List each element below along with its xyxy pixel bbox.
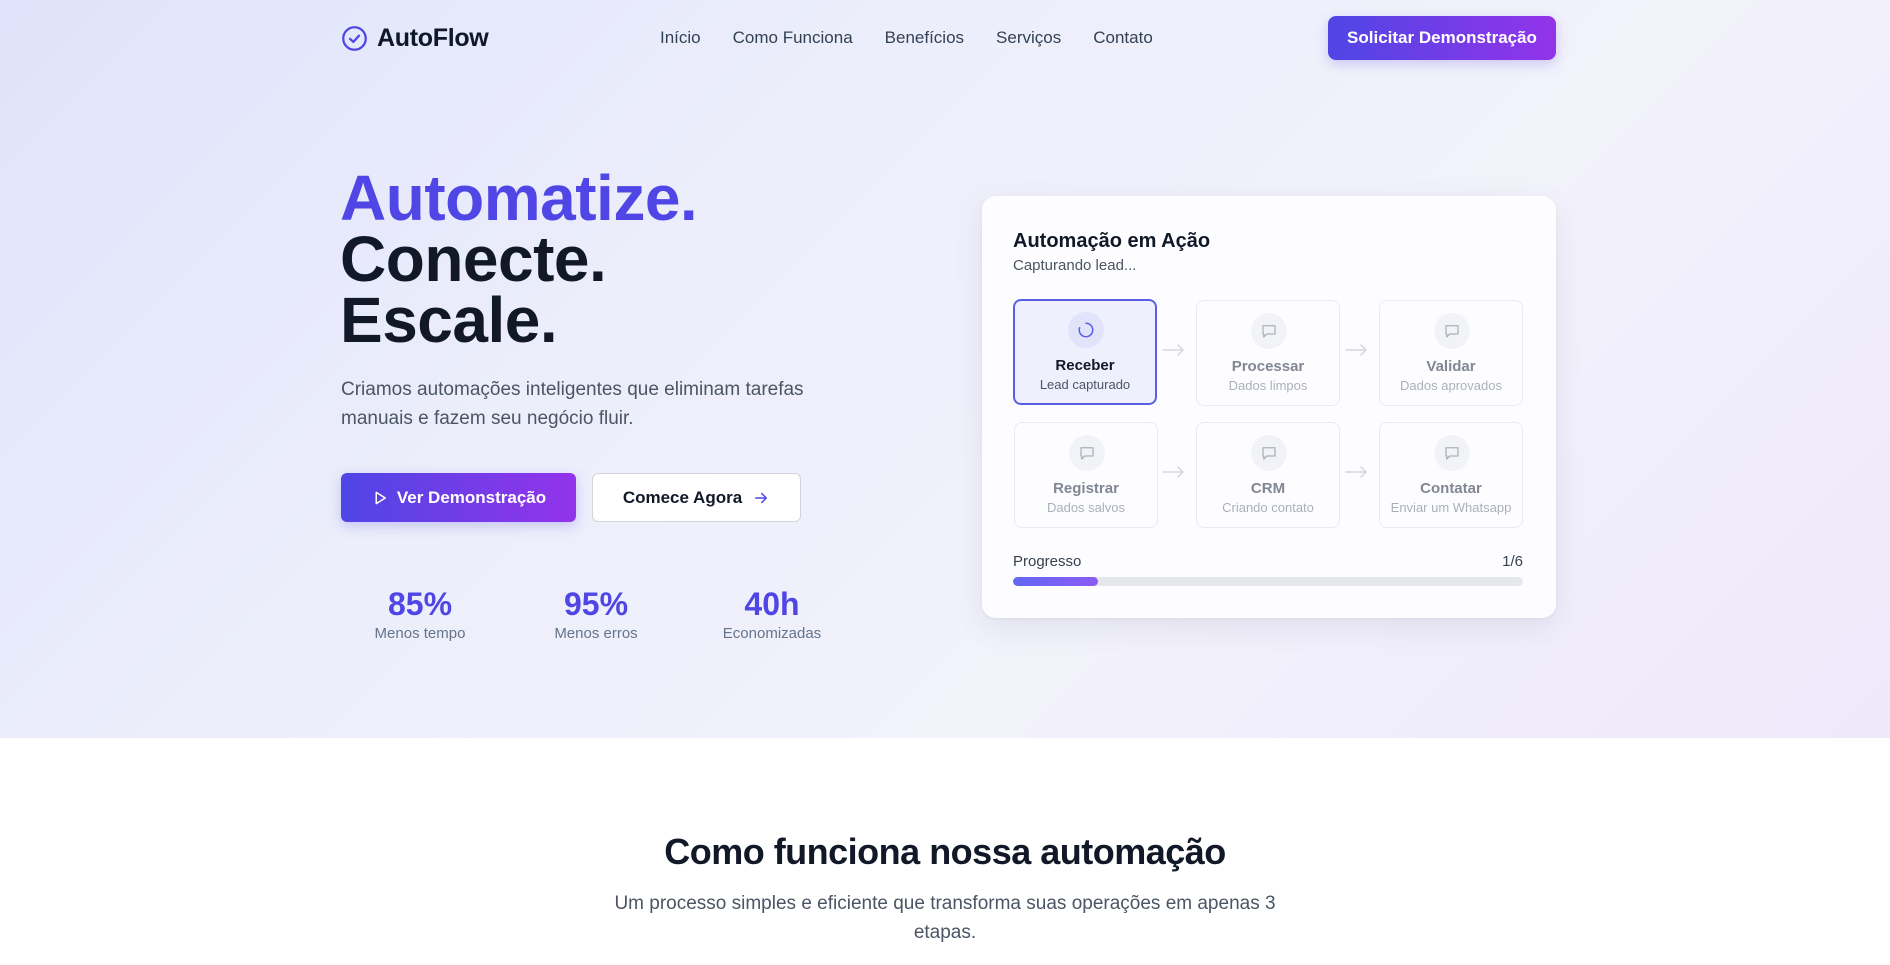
- play-icon: [375, 491, 386, 504]
- arrow-right-icon: [1162, 466, 1184, 478]
- brand-logo[interactable]: AutoFlow: [341, 24, 489, 53]
- stat-value: 40h: [744, 586, 800, 622]
- nav-links: Início Como Funciona Benefícios Serviços…: [660, 28, 1185, 48]
- message-icon: [1080, 447, 1094, 460]
- get-started-button[interactable]: Comece Agora: [592, 473, 801, 522]
- progress-bar: [1013, 577, 1523, 586]
- stat-label: Menos tempo: [374, 625, 466, 642]
- nav-link-contato[interactable]: Contato: [1093, 28, 1153, 48]
- arrow-right-icon: [1345, 466, 1367, 478]
- message-icon: [1262, 447, 1276, 460]
- step-name: Contatar: [1420, 480, 1482, 497]
- headline-line-2: Conecte.: [340, 223, 607, 295]
- message-icon: [1445, 447, 1459, 460]
- step-validar[interactable]: Validar Dados aprovados: [1379, 300, 1523, 406]
- arrow-right-icon: [1162, 344, 1184, 356]
- step-name: Receber: [1055, 357, 1115, 374]
- step-crm[interactable]: CRM Criando contato: [1196, 422, 1340, 528]
- get-started-label: Comece Agora: [622, 487, 743, 507]
- nav-link-como-funciona[interactable]: Como Funciona: [733, 28, 853, 48]
- stat-value: 85%: [387, 586, 453, 622]
- progress-count: 1/6: [1502, 553, 1523, 570]
- arrow-right-icon: [1345, 344, 1367, 356]
- headline-line-1: Automatize.: [340, 162, 698, 234]
- nav-link-servicos[interactable]: Serviços: [996, 28, 1061, 48]
- watch-demo-label: Ver Demonstração: [396, 487, 547, 507]
- stat-item: 40h Economizadas: [702, 585, 842, 642]
- step-receber[interactable]: Receber Lead capturado: [1013, 299, 1157, 405]
- step-registrar[interactable]: Registrar Dados salvos: [1014, 422, 1158, 528]
- automation-demo-card: Automação em Ação Capturando lead... Rec…: [982, 196, 1556, 618]
- step-name: CRM: [1250, 480, 1286, 497]
- progress-bar-fill: [1013, 577, 1099, 586]
- request-demo-button[interactable]: Solicitar Demonstração: [1328, 16, 1556, 60]
- section-title: Como funciona nossa automação: [664, 831, 1226, 872]
- top-navbar: AutoFlow Início Como Funciona Benefícios…: [0, 0, 1890, 76]
- nav-link-beneficios[interactable]: Benefícios: [885, 28, 964, 48]
- hero-section: AutoFlow Início Como Funciona Benefícios…: [0, 0, 1890, 738]
- step-desc: Dados limpos: [1228, 378, 1308, 393]
- stat-label: Menos erros: [554, 625, 638, 642]
- hero-subtitle: Criamos automações inteligentes que elim…: [341, 379, 804, 429]
- arrow-right-icon: [755, 492, 768, 503]
- card-status: Capturando lead...: [1013, 257, 1137, 274]
- headline-line-3: Escale.: [340, 284, 558, 356]
- check-circle-icon: [342, 26, 367, 51]
- step-name: Registrar: [1053, 480, 1119, 497]
- message-icon: [1445, 325, 1459, 338]
- hero-headline: Automatize. Conecte. Escale.: [340, 162, 698, 356]
- step-desc: Criando contato: [1222, 500, 1314, 515]
- progress-label: Progresso: [1013, 553, 1082, 570]
- step-desc: Dados aprovados: [1400, 378, 1502, 393]
- nav-link-inicio[interactable]: Início: [660, 28, 701, 48]
- brand-name: AutoFlow: [377, 24, 489, 52]
- loader-icon: [1078, 322, 1094, 338]
- watch-demo-button[interactable]: Ver Demonstração: [341, 473, 576, 522]
- stat-value: 95%: [563, 586, 629, 622]
- message-icon: [1262, 325, 1276, 338]
- section-subtitle: Um processo simples e eficiente que tran…: [614, 893, 1276, 943]
- step-desc: Dados salvos: [1046, 500, 1126, 515]
- step-name: Processar: [1231, 358, 1305, 375]
- stat-item: 95% Menos erros: [526, 585, 666, 642]
- stat-label: Economizadas: [722, 625, 822, 642]
- card-title: Automação em Ação: [1013, 230, 1211, 252]
- step-processar[interactable]: Processar Dados limpos: [1196, 300, 1340, 406]
- step-name: Validar: [1426, 358, 1476, 375]
- step-desc: Enviar um Whatsapp: [1390, 500, 1512, 515]
- step-desc: Lead capturado: [1039, 377, 1131, 392]
- step-contatar[interactable]: Contatar Enviar um Whatsapp: [1379, 422, 1523, 528]
- stat-item: 85% Menos tempo: [350, 585, 490, 642]
